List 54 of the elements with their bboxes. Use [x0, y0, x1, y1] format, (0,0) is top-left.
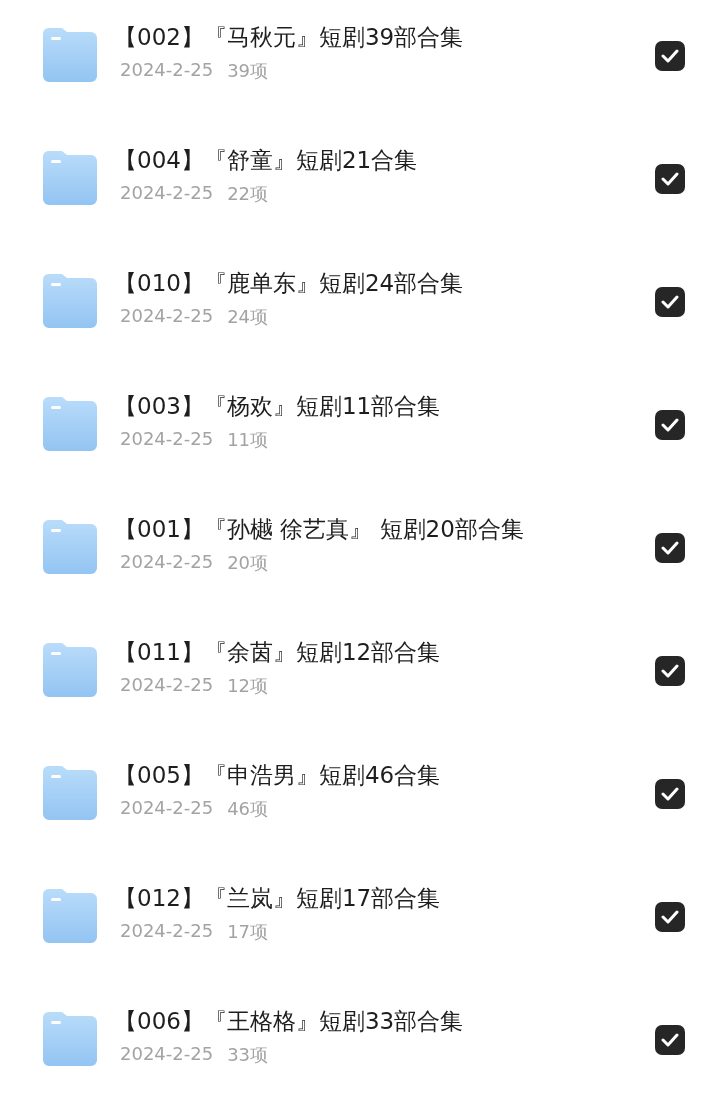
- folder-name[interactable]: 【004】『舒童』短剧21合集: [114, 144, 655, 176]
- checkbox[interactable]: [655, 1025, 685, 1055]
- checkbox[interactable]: [655, 41, 685, 71]
- folder-name[interactable]: 【005】『申浩男』短剧46合集: [114, 759, 655, 791]
- item-count: 39项: [227, 59, 269, 83]
- folder-icon: [42, 519, 98, 575]
- folder-icon: [42, 150, 98, 206]
- check-icon: [661, 295, 679, 309]
- check-icon: [661, 910, 679, 924]
- folder-icon: [42, 1011, 98, 1067]
- folder-name[interactable]: 【002】『马秋元』短剧39部合集: [114, 21, 655, 53]
- item-count: 17项: [227, 920, 269, 944]
- folder-name[interactable]: 【010】『鹿单东』短剧24部合集: [114, 267, 655, 299]
- folder-date: 2024-2-25: [120, 1043, 214, 1066]
- folder-icon: [42, 888, 98, 944]
- checkbox[interactable]: [655, 779, 685, 809]
- checkbox[interactable]: [655, 533, 685, 563]
- folder-icon: [42, 273, 98, 329]
- folder-date: 2024-2-25: [120, 305, 214, 328]
- check-icon: [661, 541, 679, 555]
- folder-name[interactable]: 【006】『王格格』短剧33部合集: [114, 1005, 655, 1037]
- checkbox[interactable]: [655, 287, 685, 317]
- folder-date: 2024-2-25: [120, 674, 214, 697]
- folder-icon: [42, 642, 98, 698]
- check-icon: [661, 49, 679, 63]
- item-count: 24项: [227, 305, 269, 329]
- check-icon: [661, 172, 679, 186]
- checkbox[interactable]: [655, 656, 685, 686]
- check-icon: [661, 787, 679, 801]
- checkbox[interactable]: [655, 164, 685, 194]
- item-count: 11项: [227, 428, 269, 452]
- folder-date: 2024-2-25: [120, 428, 214, 451]
- folder-date: 2024-2-25: [120, 59, 214, 82]
- folder-icon: [42, 765, 98, 821]
- item-count: 22项: [227, 182, 269, 206]
- item-count: 46项: [227, 797, 269, 821]
- folder-name[interactable]: 【012】『兰岚』短剧17部合集: [114, 882, 655, 914]
- folder-icon: [42, 27, 98, 83]
- checkbox[interactable]: [655, 902, 685, 932]
- folder-date: 2024-2-25: [120, 551, 214, 574]
- item-count: 20项: [227, 551, 269, 575]
- item-count: 12项: [227, 674, 269, 698]
- folder-date: 2024-2-25: [120, 920, 214, 943]
- folder-icon: [42, 396, 98, 452]
- folder-name[interactable]: 【003】『杨欢』短剧11部合集: [114, 390, 655, 422]
- check-icon: [661, 664, 679, 678]
- folder-name[interactable]: 【011】『余茵』短剧12部合集: [114, 636, 655, 668]
- folder-date: 2024-2-25: [120, 797, 214, 820]
- folder-name[interactable]: 【001】『孙樾 徐艺真』 短剧20部合集: [114, 513, 655, 545]
- check-icon: [661, 418, 679, 432]
- check-icon: [661, 1033, 679, 1047]
- folder-date: 2024-2-25: [120, 182, 214, 205]
- item-count: 33项: [227, 1043, 269, 1067]
- checkbox[interactable]: [655, 410, 685, 440]
